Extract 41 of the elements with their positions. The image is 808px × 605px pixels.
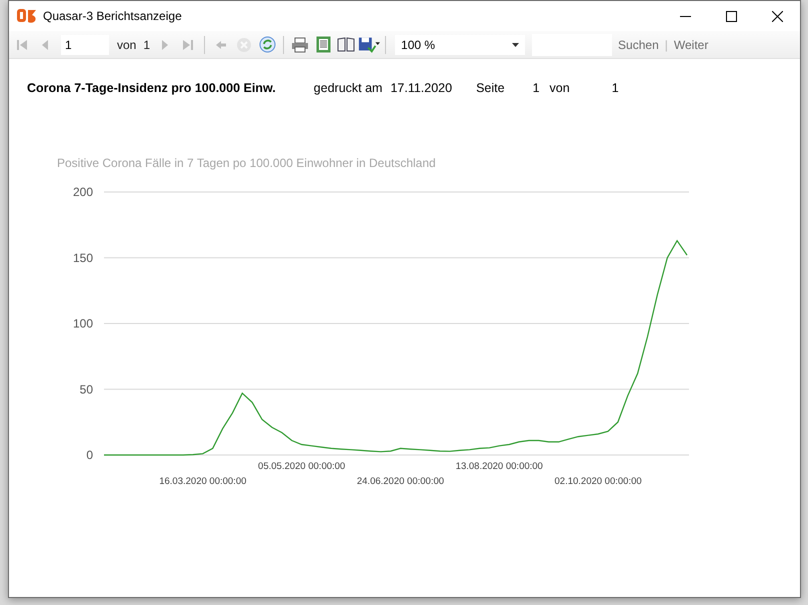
printer-icon: [291, 36, 310, 52]
next-link[interactable]: Weiter: [674, 38, 708, 52]
page-number-field[interactable]: 1: [61, 34, 109, 54]
printed-date: 17.11.2020: [390, 81, 452, 95]
page-label: Seite: [476, 81, 505, 95]
back-arrow-icon: [215, 40, 228, 50]
find-link[interactable]: Suchen: [618, 38, 659, 52]
y-axis-label: 0: [86, 448, 93, 462]
page-layout-icon: [316, 36, 331, 53]
y-axis-label: 150: [72, 250, 93, 265]
chart-title: Positive Corona Fälle in 7 Tagen po 100.000 Einwohner in Deutschland: [57, 156, 436, 170]
of-label: von: [117, 38, 136, 52]
next-page-icon: [161, 38, 170, 50]
y-axis-label: 50: [80, 382, 93, 396]
previous-page-icon: [41, 38, 49, 50]
page-number: 1: [532, 81, 540, 95]
x-axis-label: 16.03.2020 00:00:00: [159, 476, 246, 487]
save-icon: [358, 36, 380, 53]
zoom-dropdown[interactable]: 100 %: [395, 34, 526, 54]
first-page-icon: [16, 38, 28, 50]
page-count: 1: [612, 81, 619, 95]
y-axis-label: 200: [72, 185, 93, 199]
open-book-icon: [337, 37, 356, 52]
page-total: 1: [143, 38, 150, 52]
stop-icon: [236, 36, 252, 52]
caret-icon: [512, 42, 520, 46]
link-separator: |: [664, 38, 668, 52]
refresh-icon: [258, 36, 276, 53]
last-page-icon: [182, 38, 194, 50]
x-axis-label: 02.10.2020 00:00:00: [554, 476, 642, 487]
x-axis-label: 13.08.2020 00:00:00: [456, 461, 543, 472]
report-title: Corona 7-Tage-Insidenz pro 100.000 Einw.: [27, 81, 276, 95]
app-logo-icon: [17, 8, 37, 24]
of-label: von: [550, 81, 570, 95]
x-axis-label: 05.05.2020 00:00:00: [258, 461, 346, 472]
printed-label: gedruckt am: [314, 81, 382, 95]
maximize-icon: [726, 10, 736, 22]
x-axis-label: 24.06.2020 00:00:00: [356, 476, 444, 487]
window-title: Quasar-3 Berichtsanzeige: [43, 9, 183, 23]
y-axis-label: 100: [72, 316, 93, 330]
close-icon: [772, 10, 782, 22]
